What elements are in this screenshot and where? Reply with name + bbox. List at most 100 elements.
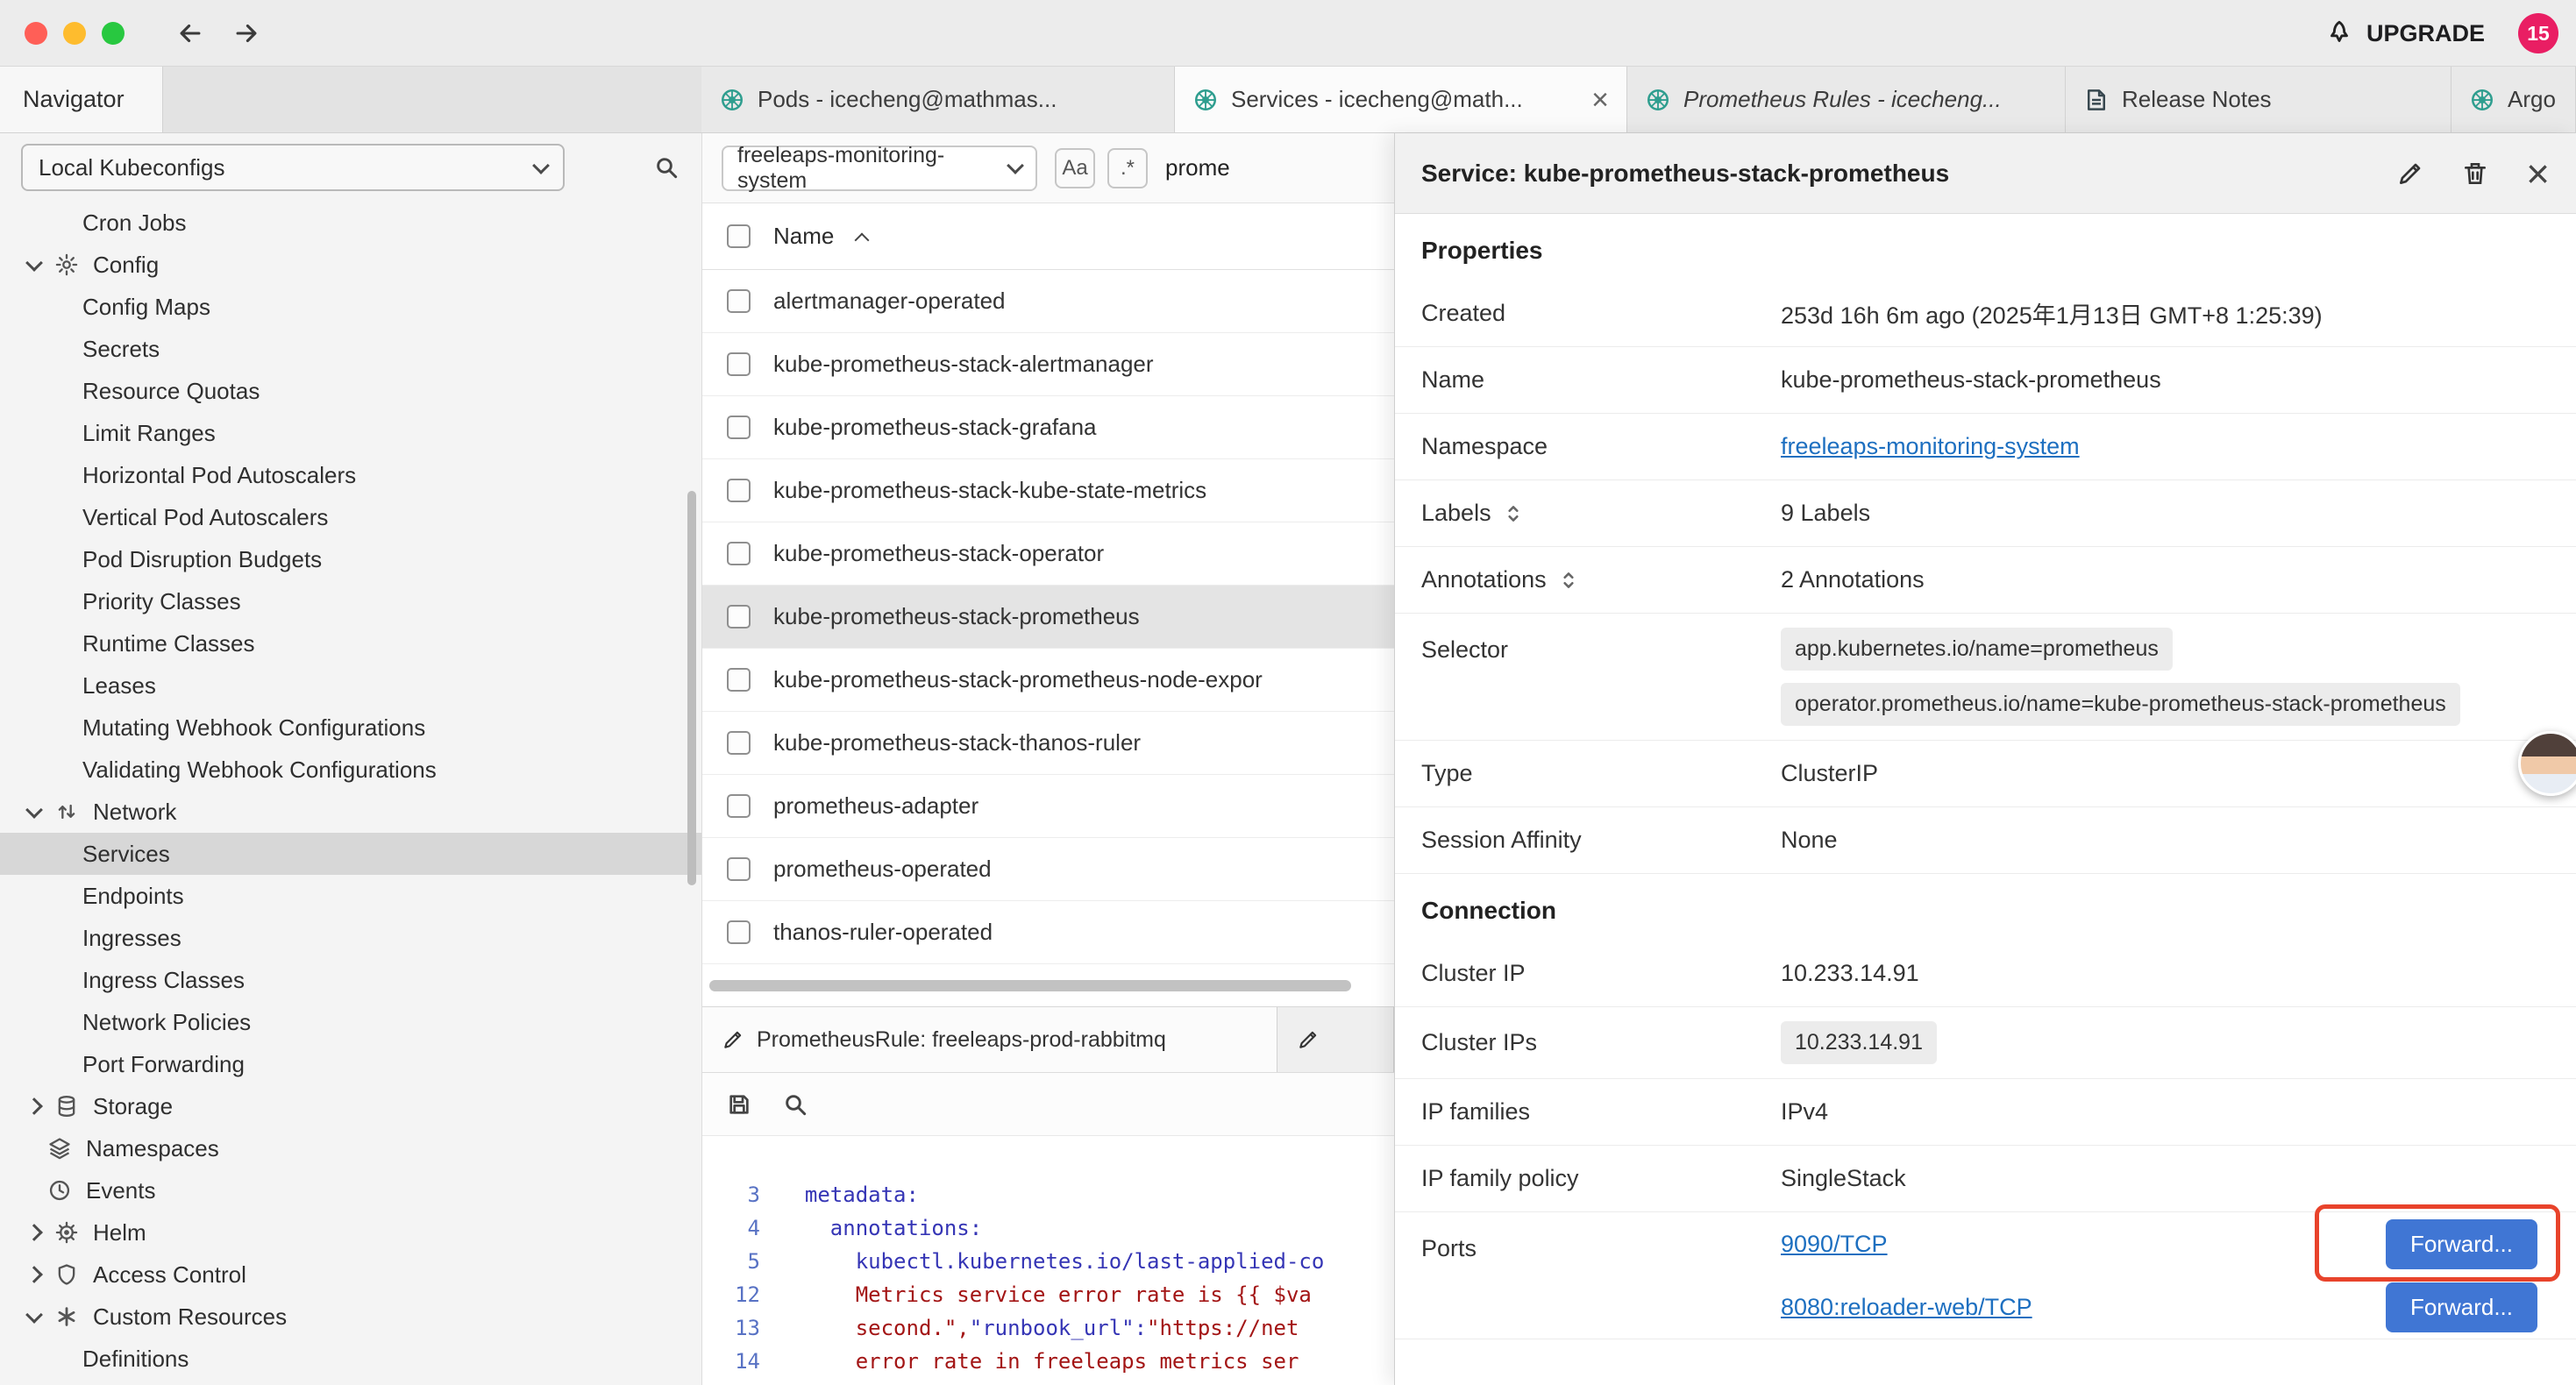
chevron-down-icon[interactable] xyxy=(25,254,43,272)
table-row[interactable]: kube-prometheus-stack-thanos-ruler xyxy=(702,712,1394,775)
sidebar-item-config-maps[interactable]: Config Maps xyxy=(0,286,701,328)
window-close-button[interactable] xyxy=(25,22,47,45)
kubeconfig-selector[interactable]: Local Kubeconfigs xyxy=(21,144,565,191)
sidebar-item-leases[interactable]: Leases xyxy=(0,664,701,707)
editor-search-icon[interactable] xyxy=(781,1090,809,1119)
back-icon[interactable] xyxy=(175,18,205,48)
sidebar-item-ingresses[interactable]: Ingresses xyxy=(0,917,701,959)
sidebar-item-custom-resources[interactable]: Custom Resources xyxy=(0,1296,701,1338)
tab-services-icecheng-math[interactable]: Services - icecheng@math...× xyxy=(1175,67,1627,132)
close-icon[interactable]: × xyxy=(2526,153,2550,194)
row-checkbox[interactable] xyxy=(727,416,751,439)
code-token: error rate in freeleaps metrics ser xyxy=(856,1349,1299,1374)
match-case-toggle[interactable]: Aa xyxy=(1055,148,1095,188)
row-checkbox[interactable] xyxy=(727,668,751,692)
table-row[interactable]: kube-prometheus-stack-prometheus xyxy=(702,586,1394,649)
search-icon[interactable] xyxy=(652,153,680,181)
navigator-header: Navigator xyxy=(0,67,701,132)
table-row[interactable]: thanos-ruler-operated xyxy=(702,901,1394,964)
sidebar-item-cron-jobs[interactable]: Cron Jobs xyxy=(0,202,701,244)
sidebar-item-definitions[interactable]: Definitions xyxy=(0,1338,701,1380)
forward-button[interactable]: Forward... xyxy=(2386,1219,2537,1269)
window-minimize-button[interactable] xyxy=(63,22,86,45)
row-checkbox[interactable] xyxy=(727,542,751,565)
select-all-checkbox[interactable] xyxy=(727,224,751,248)
table-row[interactable]: kube-prometheus-stack-kube-state-metrics xyxy=(702,459,1394,522)
chevron-down-icon[interactable] xyxy=(25,801,43,819)
sidebar-item-config[interactable]: Config xyxy=(0,244,701,286)
port-link[interactable]: 9090/TCP xyxy=(1781,1231,1888,1258)
row-checkbox[interactable] xyxy=(727,605,751,629)
table-row[interactable]: alertmanager-operated xyxy=(702,270,1394,333)
table-row[interactable]: prometheus-adapter xyxy=(702,775,1394,838)
unfold-icon[interactable] xyxy=(1502,502,1525,525)
sidebar-item-priority-classes[interactable]: Priority Classes xyxy=(0,580,701,622)
table-row[interactable]: kube-prometheus-stack-alertmanager xyxy=(702,333,1394,396)
sidebar-item-endpoints[interactable]: Endpoints xyxy=(0,875,701,917)
tab-close-icon[interactable]: × xyxy=(1591,85,1609,115)
table-row[interactable]: prometheus-operated xyxy=(702,838,1394,901)
table-row[interactable]: kube-prometheus-stack-prometheus-node-ex… xyxy=(702,649,1394,712)
sidebar-item-pod-disruption-budgets[interactable]: Pod Disruption Budgets xyxy=(0,538,701,580)
sidebar-item-storage[interactable]: Storage xyxy=(0,1085,701,1127)
delete-trash-icon[interactable] xyxy=(2461,160,2489,188)
sidebar-item-validating-webhook-configurations[interactable]: Validating Webhook Configurations xyxy=(0,749,701,791)
chevron-down-icon[interactable] xyxy=(25,1306,43,1324)
sidebar-item-helm[interactable]: Helm xyxy=(0,1211,701,1254)
row-checkbox[interactable] xyxy=(727,857,751,881)
sidebar-item-mutating-webhook-configurations[interactable]: Mutating Webhook Configurations xyxy=(0,707,701,749)
forward-button[interactable]: Forward... xyxy=(2386,1282,2537,1332)
row-checkbox[interactable] xyxy=(727,289,751,313)
tab-argo-se[interactable]: Argo Se xyxy=(2451,67,2576,132)
tab-pods-icecheng-mathmas[interactable]: Pods - icecheng@mathmas... xyxy=(701,67,1175,132)
list-filter-input[interactable]: Aa .* prome xyxy=(1055,148,1230,188)
column-header-name[interactable]: Name xyxy=(773,223,834,250)
sidebar-item-services[interactable]: Services xyxy=(0,833,701,875)
sidebar-item-network-policies[interactable]: Network Policies xyxy=(0,1001,701,1043)
unfold-icon[interactable] xyxy=(1557,569,1580,592)
save-icon[interactable] xyxy=(725,1090,753,1119)
navigator-tab[interactable]: Navigator xyxy=(0,67,163,132)
row-checkbox[interactable] xyxy=(727,352,751,376)
chevron-right-icon[interactable] xyxy=(25,1097,43,1115)
hscroll-thumb[interactable] xyxy=(709,980,1351,991)
detail-text: None xyxy=(1781,827,2550,854)
editor-tab[interactable] xyxy=(1277,1007,1394,1072)
sidebar-scrollbar-thumb[interactable] xyxy=(687,491,696,885)
sidebar-item-secrets[interactable]: Secrets xyxy=(0,328,701,370)
chevron-right-icon[interactable] xyxy=(25,1266,43,1283)
editor-tab[interactable]: PrometheusRule: freeleaps-prod-rabbitmq xyxy=(702,1007,1277,1072)
sidebar-item-ingress-classes[interactable]: Ingress Classes xyxy=(0,959,701,1001)
sidebar-item-port-forwarding[interactable]: Port Forwarding xyxy=(0,1043,701,1085)
window-zoom-button[interactable] xyxy=(102,22,125,45)
sidebar-item-limit-ranges[interactable]: Limit Ranges xyxy=(0,412,701,454)
row-checkbox[interactable] xyxy=(727,479,751,502)
floating-avatar[interactable] xyxy=(2518,731,2576,796)
chevron-right-icon[interactable] xyxy=(25,1224,43,1241)
sidebar-item-access-control[interactable]: Access Control xyxy=(0,1254,701,1296)
sidebar-item-network[interactable]: Network xyxy=(0,791,701,833)
yaml-editor[interactable]: 3 metadata:4 annotations:5 kubectl.kuber… xyxy=(702,1136,1394,1385)
sidebar-item-vertical-pod-autoscalers[interactable]: Vertical Pod Autoscalers xyxy=(0,496,701,538)
table-row[interactable]: kube-prometheus-stack-operator xyxy=(702,522,1394,586)
sidebar-item-horizontal-pod-autoscalers[interactable]: Horizontal Pod Autoscalers xyxy=(0,454,701,496)
edit-pencil-icon[interactable] xyxy=(2396,160,2424,188)
namespace-link[interactable]: freeleaps-monitoring-system xyxy=(1781,433,2080,460)
regex-toggle[interactable]: .* xyxy=(1107,148,1148,188)
row-checkbox[interactable] xyxy=(727,731,751,755)
notification-badge[interactable]: 15 xyxy=(2518,13,2558,53)
sidebar-item-events[interactable]: Events xyxy=(0,1169,701,1211)
namespace-filter[interactable]: freeleaps-monitoring-system xyxy=(722,146,1037,191)
port-link[interactable]: 8080:reloader-web/TCP xyxy=(1781,1294,2032,1321)
tab-prometheus-rules-icecheng[interactable]: Prometheus Rules - icecheng... xyxy=(1627,67,2066,132)
sidebar-item-resource-quotas[interactable]: Resource Quotas xyxy=(0,370,701,412)
table-row[interactable]: kube-prometheus-stack-grafana xyxy=(702,396,1394,459)
tab-release-notes[interactable]: Release Notes xyxy=(2066,67,2451,132)
forward-icon[interactable] xyxy=(231,18,261,48)
row-checkbox[interactable] xyxy=(727,920,751,944)
row-checkbox[interactable] xyxy=(727,794,751,818)
sidebar-item-namespaces[interactable]: Namespaces xyxy=(0,1127,701,1169)
upgrade-button[interactable]: UPGRADE xyxy=(2324,18,2485,48)
pencil-icon xyxy=(1297,1028,1320,1051)
sidebar-item-runtime-classes[interactable]: Runtime Classes xyxy=(0,622,701,664)
